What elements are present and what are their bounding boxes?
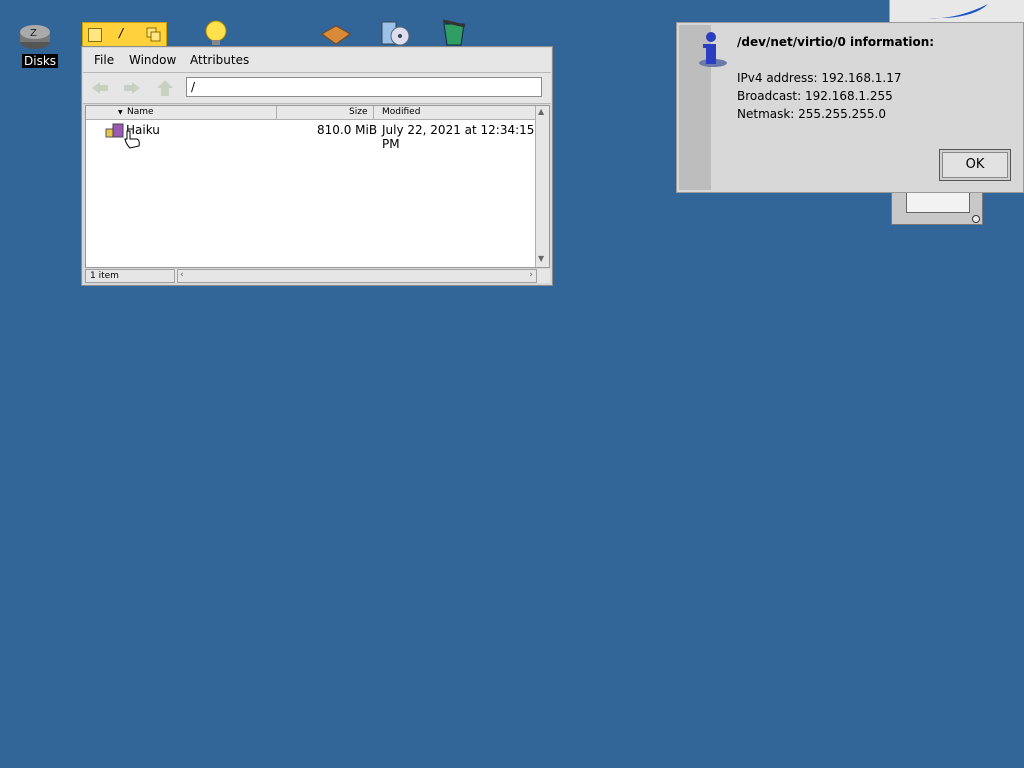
item-count: 1 item: [85, 269, 175, 283]
column-divider: [276, 106, 277, 119]
scroll-up-icon[interactable]: ▲: [538, 107, 544, 116]
clock-face-icon: [906, 191, 970, 213]
scroll-down-icon[interactable]: ▼: [538, 254, 544, 263]
menu-bar: File Window Attributes: [83, 48, 551, 73]
ipv4-address: IPv4 address: 192.168.1.17: [737, 71, 902, 85]
menu-file[interactable]: File: [94, 53, 114, 67]
svg-text:Z: Z: [30, 28, 37, 39]
path-field[interactable]: /: [186, 77, 542, 97]
desktop-icon-label: Disks: [22, 54, 59, 68]
sort-indicator-icon: ▼: [118, 109, 123, 116]
info-icon: [699, 32, 727, 67]
disks-icon: Z: [20, 25, 50, 49]
broadcast-address: Broadcast: 192.168.1.255: [737, 89, 893, 103]
scroll-left-icon[interactable]: ‹: [180, 270, 184, 280]
navigation-toolbar: /: [83, 73, 551, 104]
trash-icon[interactable]: [440, 18, 468, 46]
scroll-right-icon[interactable]: ›: [529, 270, 533, 280]
column-size[interactable]: Size: [349, 107, 367, 117]
info-alert: /dev/net/virtio/0 information: IPv4 addr…: [676, 22, 1024, 193]
row-size: 810.0 MiB: [317, 123, 378, 137]
up-arrow-icon[interactable]: [156, 78, 174, 98]
back-arrow-icon[interactable]: [90, 80, 110, 96]
netmask: Netmask: 255.255.255.0: [737, 107, 886, 121]
menu-window[interactable]: Window: [129, 53, 176, 67]
column-name[interactable]: Name: [127, 107, 154, 117]
hand-cursor-icon: [124, 130, 140, 149]
column-modified[interactable]: Modified: [382, 107, 420, 117]
book-icon[interactable]: [320, 24, 352, 46]
window-title: /: [119, 26, 124, 40]
file-list[interactable]: ▼ Name Size Modified Haiku 810.0 MiB Jul…: [85, 105, 550, 268]
alert-title: /dev/net/virtio/0 information:: [737, 35, 935, 49]
cd-drive-icon[interactable]: [380, 18, 412, 46]
window-tab[interactable]: /: [82, 22, 167, 46]
column-divider: [373, 106, 374, 119]
status-bar: 1 item ‹ ›: [85, 269, 550, 283]
horizontal-scrollbar[interactable]: ‹ ›: [177, 269, 537, 283]
leaf-logo-icon[interactable]: [926, 2, 992, 20]
forward-arrow-icon[interactable]: [122, 80, 142, 96]
tracker-window: File Window Attributes / ▼ Name Size Mod…: [81, 46, 553, 286]
lightbulb-icon[interactable]: [203, 20, 229, 46]
deskbar[interactable]: [889, 0, 1024, 22]
column-header: ▼ Name Size Modified: [86, 106, 537, 120]
ok-button[interactable]: OK: [939, 149, 1011, 181]
vertical-scrollbar[interactable]: ▲ ▼: [535, 106, 549, 267]
table-row[interactable]: Haiku 810.0 MiB July 22, 2021 at 12:34:1…: [86, 122, 537, 151]
menu-attributes[interactable]: Attributes: [190, 53, 249, 67]
resize-handle-icon[interactable]: [972, 215, 980, 223]
close-icon[interactable]: [88, 28, 102, 42]
zoom-icon[interactable]: [146, 27, 162, 42]
volume-icon: [105, 123, 124, 138]
desktop-icon-disks[interactable]: Z Disks: [18, 20, 59, 68]
row-modified: July 22, 2021 at 12:34:15 PM: [382, 123, 535, 151]
